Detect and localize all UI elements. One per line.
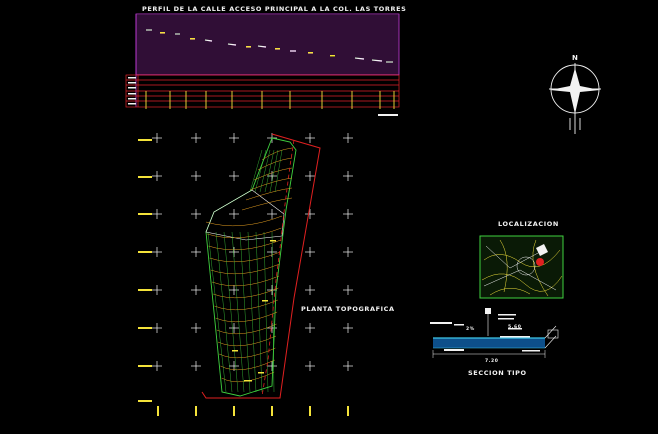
cad-drawing bbox=[125, 13, 601, 416]
grid-y-labels bbox=[138, 139, 152, 402]
grid-x-labels bbox=[157, 406, 349, 416]
location-map bbox=[479, 235, 564, 299]
profile-data-table bbox=[125, 74, 400, 108]
profile-grid bbox=[135, 13, 400, 107]
coordinate-grid bbox=[152, 133, 353, 371]
north-arrow-icon bbox=[549, 63, 601, 134]
profile-station-ticks bbox=[145, 91, 395, 109]
typical-section bbox=[430, 308, 559, 358]
profile-scale-note bbox=[378, 114, 398, 116]
topographic-plan bbox=[201, 133, 321, 399]
